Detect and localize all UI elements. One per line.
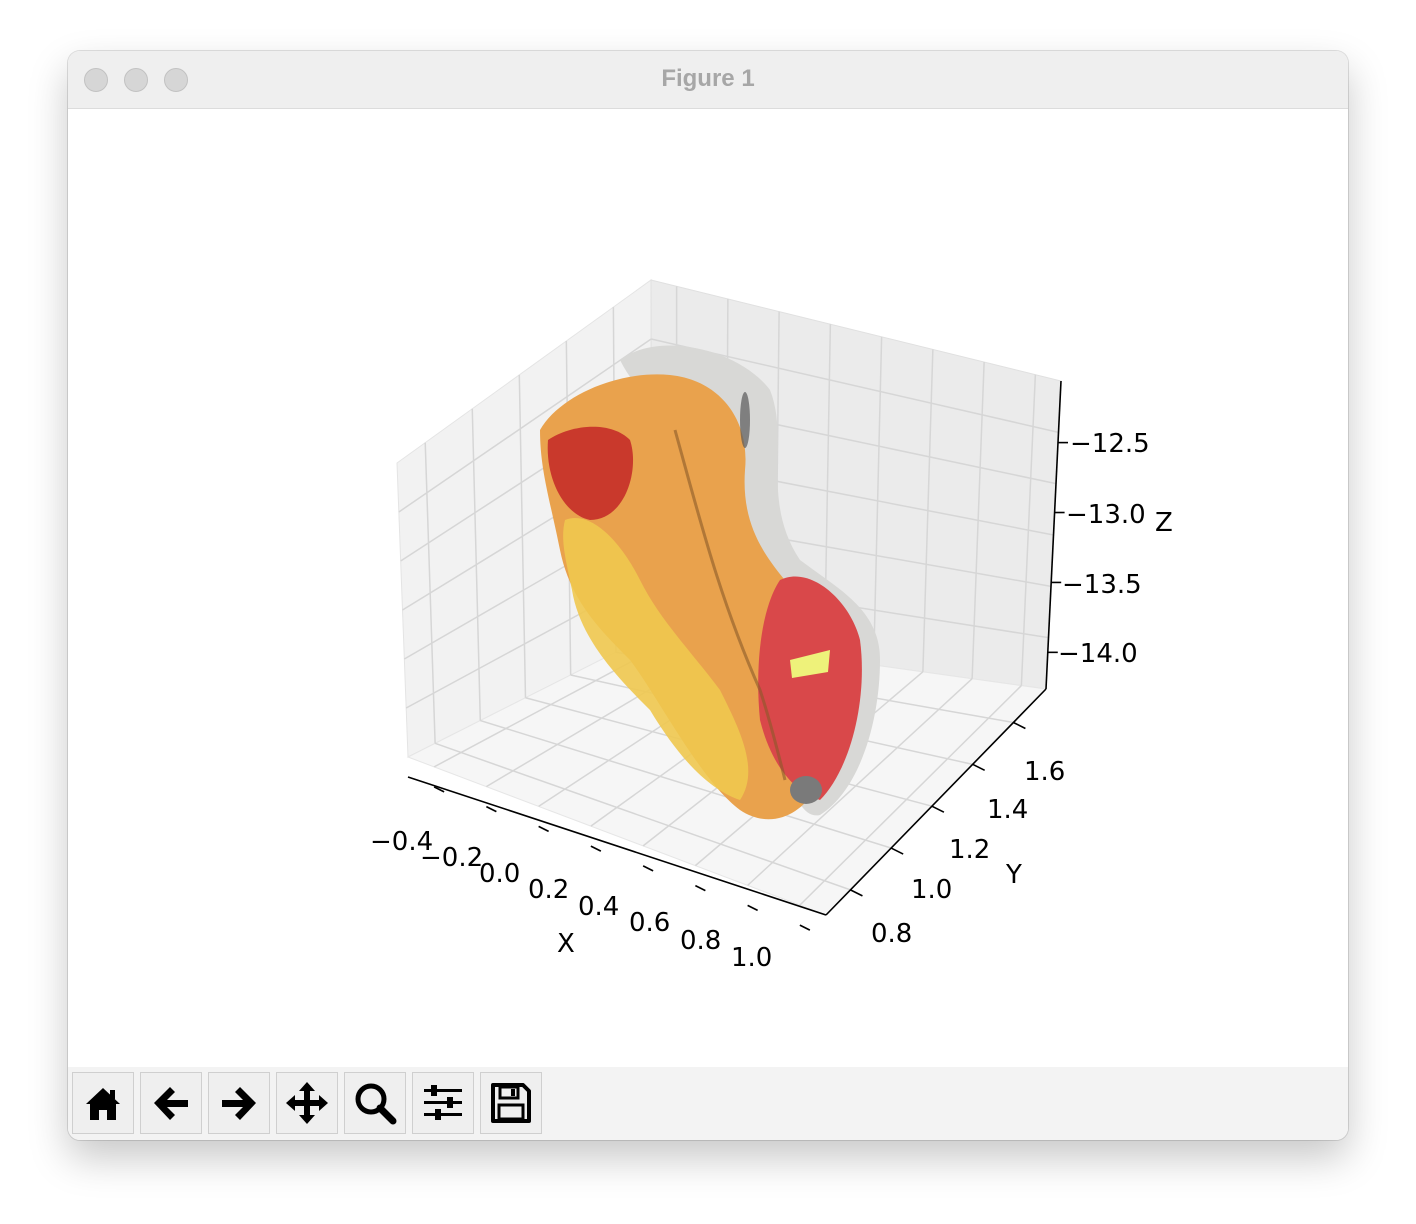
y-tick-mark bbox=[931, 805, 945, 813]
y-tick-mark bbox=[972, 763, 986, 772]
pan-button[interactable] bbox=[276, 1072, 338, 1134]
back-button[interactable] bbox=[140, 1072, 202, 1134]
zoom-button[interactable] bbox=[344, 1072, 406, 1134]
x-tick-label: 0.2 bbox=[528, 875, 569, 905]
x-tick-mark bbox=[538, 825, 549, 833]
point-cloud-dark-streak bbox=[740, 392, 750, 448]
x-tick-mark bbox=[799, 924, 811, 931]
plot-canvas[interactable]: −0.4 −0.2 0.0 0.2 0.4 0.6 0.8 1.0 X 0.8 … bbox=[68, 109, 1348, 1067]
sliders-icon bbox=[424, 1085, 462, 1120]
z-tick-label: −13.0 bbox=[1066, 500, 1146, 530]
x-tick-mark bbox=[486, 805, 497, 813]
x-tick-mark bbox=[642, 865, 654, 872]
z-tick-label: −14.0 bbox=[1058, 639, 1138, 669]
z-tick-label: −12.5 bbox=[1070, 429, 1150, 459]
x-axis-label: X bbox=[557, 929, 575, 959]
x-tick-mark bbox=[695, 884, 706, 892]
x-tick-label: −0.2 bbox=[420, 843, 483, 873]
forward-button[interactable] bbox=[208, 1072, 270, 1134]
z-tick-label: −13.5 bbox=[1062, 570, 1142, 600]
home-button[interactable] bbox=[72, 1072, 134, 1134]
plot-3d-axes[interactable]: −0.4 −0.2 0.0 0.2 0.4 0.6 0.8 1.0 X 0.8 … bbox=[68, 109, 1348, 1067]
title-bar: Figure 1 bbox=[68, 51, 1348, 109]
y-tick-mark bbox=[890, 847, 904, 855]
window-title: Figure 1 bbox=[661, 65, 755, 92]
y-tick-label: 1.4 bbox=[987, 795, 1028, 825]
magnifier-icon bbox=[355, 1083, 397, 1125]
y-tick-label: 1.0 bbox=[911, 875, 952, 905]
point-cloud-dark-tip bbox=[790, 776, 822, 804]
x-tick-mark bbox=[590, 845, 602, 852]
x-tick-label: 0.6 bbox=[629, 908, 670, 938]
floppy-disk-icon bbox=[491, 1083, 531, 1123]
save-button[interactable] bbox=[480, 1072, 542, 1134]
move-icon bbox=[286, 1082, 328, 1124]
configure-subplots-button[interactable] bbox=[412, 1072, 474, 1134]
y-axis-label: Y bbox=[1005, 860, 1022, 890]
y-tick-label: 1.6 bbox=[1024, 757, 1065, 787]
arrow-left-icon bbox=[154, 1087, 188, 1120]
arrow-right-icon bbox=[222, 1087, 256, 1120]
home-icon bbox=[86, 1088, 120, 1120]
x-tick-label: 1.0 bbox=[731, 943, 772, 973]
z-tick-labels: −12.5 −13.0 −13.5 −14.0 bbox=[1058, 429, 1150, 669]
y-tick-mark bbox=[1013, 721, 1026, 730]
x-tick-mark bbox=[747, 904, 758, 912]
y-tick-label: 0.8 bbox=[871, 919, 912, 949]
z-axis-label: Z bbox=[1155, 508, 1173, 538]
x-tick-label: 0.4 bbox=[578, 892, 619, 922]
x-tick-label: 0.8 bbox=[680, 926, 721, 956]
y-tick-label: 1.2 bbox=[949, 835, 990, 865]
figure-window: Figure 1 −0.4 −0.2 0.0 0.2 0.4 0.6 0.8 1… bbox=[68, 51, 1348, 1140]
x-tick-label: 0.0 bbox=[479, 859, 520, 889]
y-tick-mark bbox=[850, 889, 863, 897]
navigation-toolbar bbox=[68, 1067, 1348, 1140]
